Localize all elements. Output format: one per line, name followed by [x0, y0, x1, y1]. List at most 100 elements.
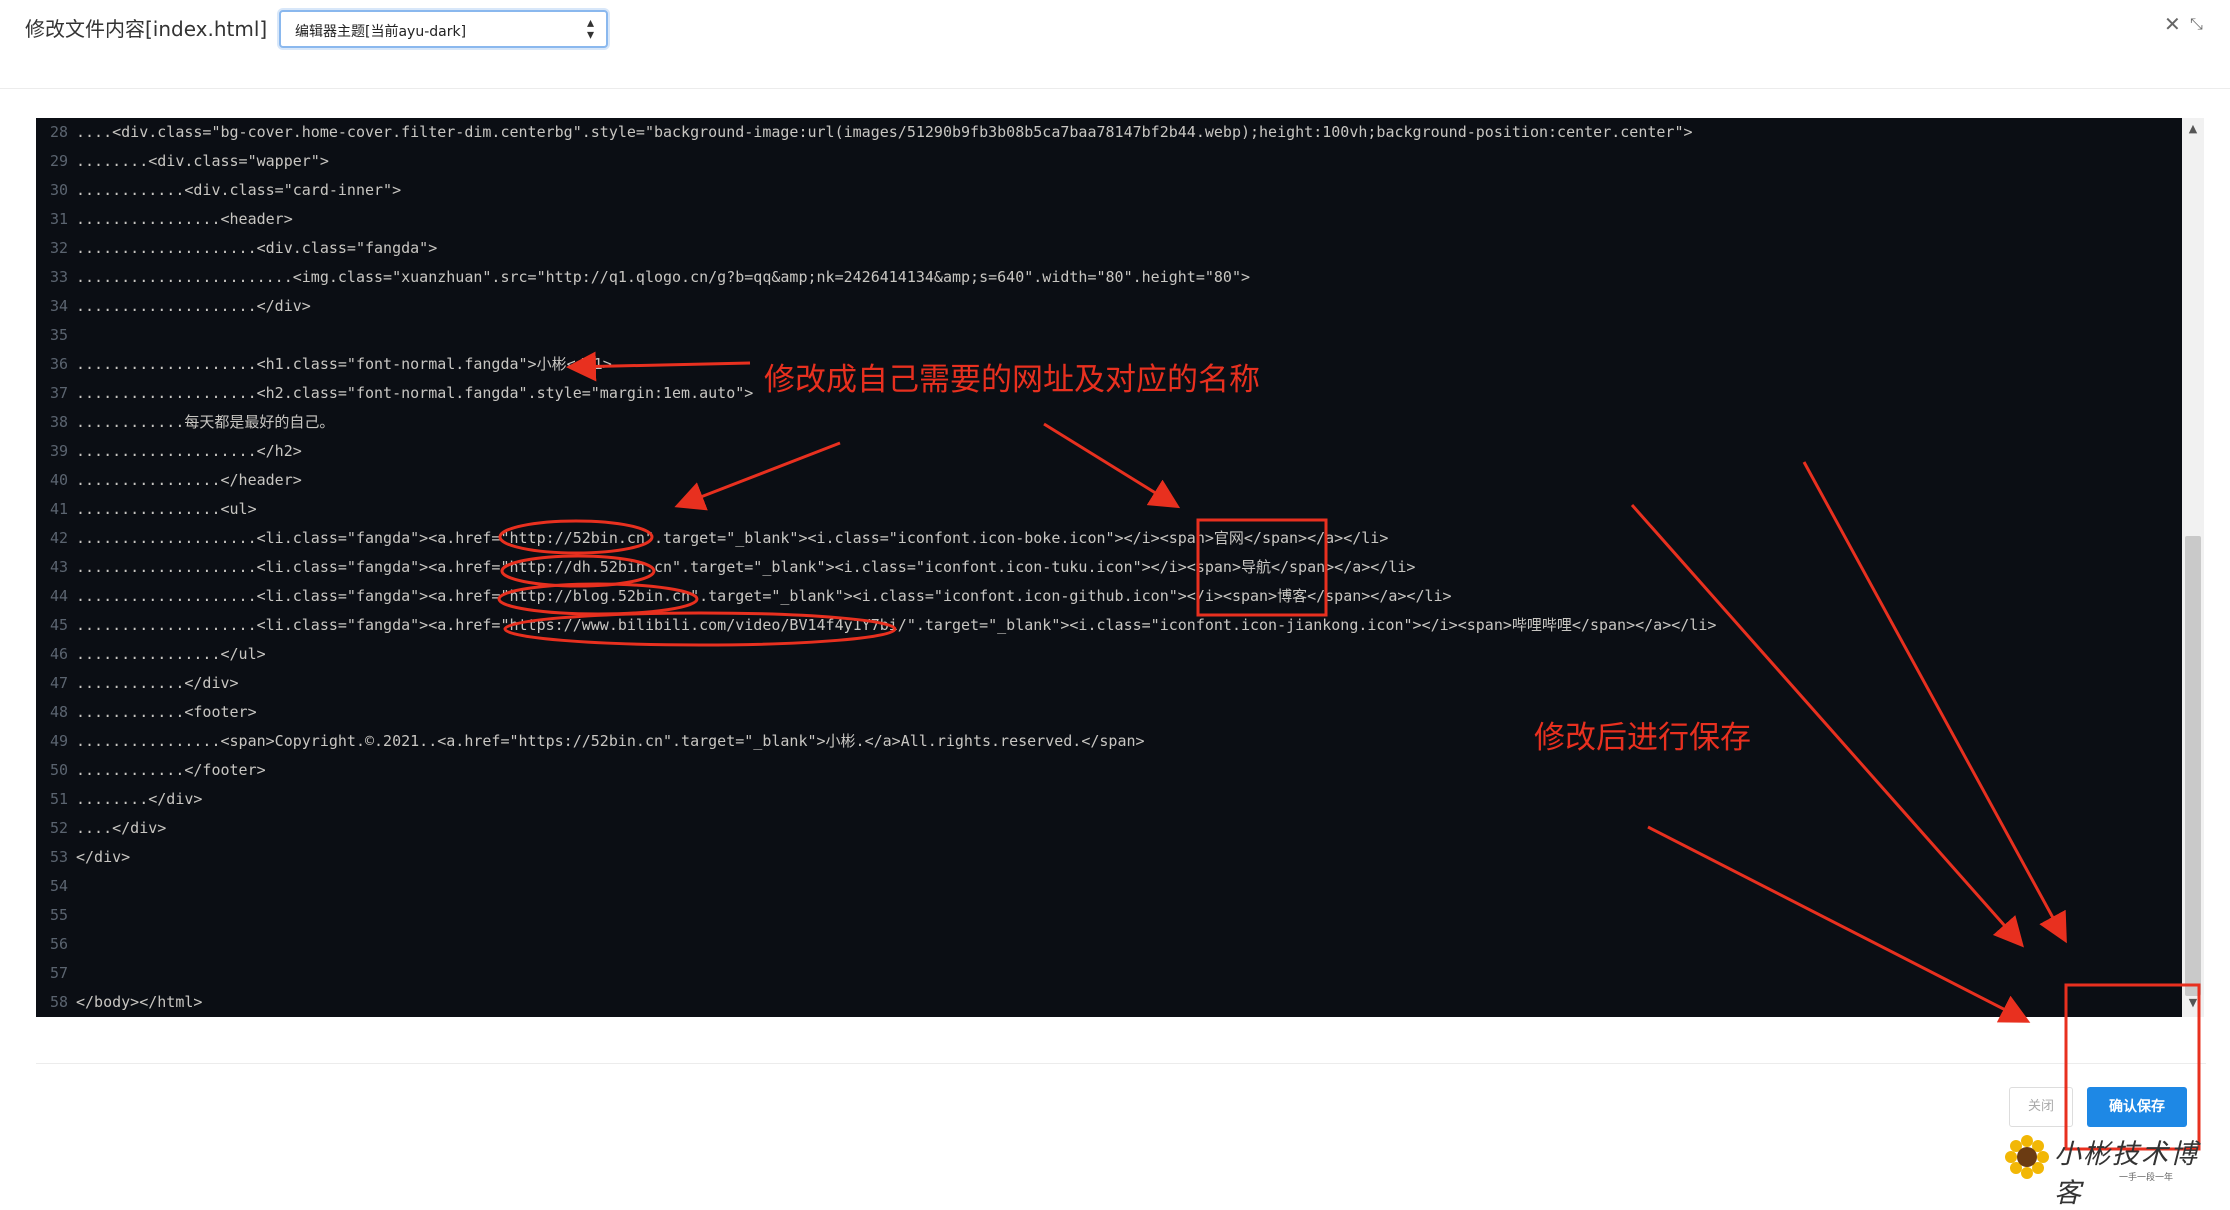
- line-number: 32: [49, 239, 68, 257]
- line-code[interactable]: ............</footer>: [76, 761, 266, 779]
- close-button[interactable]: 关闭: [2009, 1087, 2073, 1127]
- scrollbar-thumb[interactable]: [2185, 536, 2201, 996]
- line-code[interactable]: </div>: [76, 848, 130, 866]
- line-code[interactable]: ........................<img.class="xuan…: [76, 268, 1250, 286]
- line-code[interactable]: ............<div.class="card-inner">: [76, 181, 401, 199]
- code-line[interactable]: 53 </div>: [36, 843, 2182, 872]
- line-number: 44: [49, 587, 68, 605]
- line-code[interactable]: ....</div>: [76, 819, 166, 837]
- code-line[interactable]: 45 ....................<li.class="fangda"…: [36, 611, 2182, 640]
- line-number: 30: [49, 181, 68, 199]
- line-number: 49: [49, 732, 68, 750]
- code-line[interactable]: 39 ....................</h2>: [36, 437, 2182, 466]
- code-line[interactable]: 38 ............每天都是最好的自己。: [36, 408, 2182, 437]
- line-number: 55: [49, 906, 68, 924]
- select-arrows-icon: ▴ ▾: [586, 15, 594, 43]
- line-number: 42: [49, 529, 68, 547]
- code-line[interactable]: 47 ............</div>: [36, 669, 2182, 698]
- line-code[interactable]: ....................</div>: [76, 297, 311, 315]
- code-line[interactable]: 58 </body></html>: [36, 988, 2182, 1017]
- code-line[interactable]: 29 ........<div.class="wapper">: [36, 147, 2182, 176]
- scroll-down-icon[interactable]: ▼: [2182, 996, 2204, 1009]
- line-code[interactable]: ............</div>: [76, 674, 239, 692]
- code-line[interactable]: 31 ................<header>: [36, 205, 2182, 234]
- code-editor[interactable]: 28 ....<div.class="bg-cover.home-cover.fi…: [36, 118, 2182, 1017]
- line-number: 36: [49, 355, 68, 373]
- code-line[interactable]: 50 ............</footer>: [36, 756, 2182, 785]
- line-code[interactable]: ................<span>Copyright.©.2021..…: [76, 732, 1145, 750]
- theme-select-value: 编辑器主题[当前ayu-dark]: [295, 24, 467, 40]
- line-code[interactable]: ................</header>: [76, 471, 302, 489]
- code-line[interactable]: 30 ............<div.class="card-inner">: [36, 176, 2182, 205]
- code-line[interactable]: 42 ....................<li.class="fangda"…: [36, 524, 2182, 553]
- line-code[interactable]: ....<div.class="bg-cover.home-cover.filt…: [76, 123, 1693, 141]
- line-number: 53: [49, 848, 68, 866]
- line-number: 50: [49, 761, 68, 779]
- line-number: 37: [49, 384, 68, 402]
- sunflower-icon: [2005, 1135, 2049, 1179]
- line-number: 48: [49, 703, 68, 721]
- line-code[interactable]: ................</ul>: [76, 645, 266, 663]
- line-number: 51: [49, 790, 68, 808]
- code-line[interactable]: 35: [36, 321, 2182, 350]
- line-number: 35: [49, 326, 68, 344]
- close-icon[interactable]: ✕: [2164, 12, 2181, 36]
- code-line[interactable]: 32 ....................<div.class="fangda…: [36, 234, 2182, 263]
- line-number: 40: [49, 471, 68, 489]
- code-line[interactable]: 34 ....................</div>: [36, 292, 2182, 321]
- code-line[interactable]: 56: [36, 930, 2182, 959]
- footer-divider: [36, 1063, 2206, 1064]
- line-number: 29: [49, 152, 68, 170]
- code-line[interactable]: 33 ........................<img.class="xu…: [36, 263, 2182, 292]
- code-line[interactable]: 48 ............<footer>: [36, 698, 2182, 727]
- line-number: 41: [49, 500, 68, 518]
- line-code[interactable]: ............每天都是最好的自己。: [76, 413, 334, 431]
- line-number: 33: [49, 268, 68, 286]
- code-line[interactable]: 41 ................<ul>: [36, 495, 2182, 524]
- line-number: 43: [49, 558, 68, 576]
- line-number: 34: [49, 297, 68, 315]
- line-code[interactable]: ........</div>: [76, 790, 202, 808]
- scroll-up-icon[interactable]: ▲: [2182, 122, 2204, 135]
- line-code[interactable]: ....................<li.class="fangda"><…: [76, 616, 1716, 634]
- modal-title: 修改文件内容[index.html]: [25, 17, 268, 41]
- watermark-subtitle: 一手一段一年: [2119, 1173, 2174, 1183]
- code-line[interactable]: 55: [36, 901, 2182, 930]
- line-code[interactable]: ....................<h1.class="font-norm…: [76, 355, 612, 373]
- line-code[interactable]: ....................<h2.class="font-norm…: [76, 384, 753, 402]
- code-line[interactable]: 44 ....................<li.class="fangda"…: [36, 582, 2182, 611]
- save-button[interactable]: 确认保存: [2087, 1087, 2187, 1127]
- line-number: 58: [49, 993, 68, 1011]
- line-code[interactable]: </body></html>: [76, 993, 202, 1011]
- line-code[interactable]: ....................<div.class="fangda">: [76, 239, 437, 257]
- line-number: 52: [49, 819, 68, 837]
- line-code[interactable]: ................<header>: [76, 210, 293, 228]
- line-number: 28: [49, 123, 68, 141]
- line-number: 54: [49, 877, 68, 895]
- line-number: 57: [49, 964, 68, 982]
- line-code[interactable]: ....................<li.class="fangda"><…: [76, 558, 1415, 576]
- code-line[interactable]: 40 ................</header>: [36, 466, 2182, 495]
- code-line[interactable]: 57: [36, 959, 2182, 988]
- line-code[interactable]: ....................</h2>: [76, 442, 302, 460]
- modal-header: 修改文件内容[index.html] 编辑器主题[当前ayu-dark] ▴ ▾ …: [0, 0, 2230, 88]
- theme-select[interactable]: 编辑器主题[当前ayu-dark] ▴ ▾: [279, 10, 608, 48]
- code-line[interactable]: 51 ........</div>: [36, 785, 2182, 814]
- line-code[interactable]: ....................<li.class="fangda"><…: [76, 529, 1388, 547]
- line-code[interactable]: ............<footer>: [76, 703, 257, 721]
- line-code[interactable]: ................<ul>: [76, 500, 257, 518]
- line-number: 39: [49, 442, 68, 460]
- fullscreen-icon[interactable]: ⤡: [2190, 14, 2203, 34]
- code-line[interactable]: 46 ................</ul>: [36, 640, 2182, 669]
- annotation-save-note: 修改后进行保存: [1534, 720, 1751, 756]
- code-line[interactable]: 54: [36, 872, 2182, 901]
- code-line[interactable]: 52 ....</div>: [36, 814, 2182, 843]
- code-line[interactable]: 43 ....................<li.class="fangda"…: [36, 553, 2182, 582]
- code-line[interactable]: 28 ....<div.class="bg-cover.home-cover.fi…: [36, 118, 2182, 147]
- line-code[interactable]: ....................<li.class="fangda"><…: [76, 587, 1452, 605]
- editor-scrollbar[interactable]: ▲ ▼: [2182, 118, 2204, 1017]
- line-number: 56: [49, 935, 68, 953]
- line-number: 31: [49, 210, 68, 228]
- code-line[interactable]: 49 ................<span>Copyright.©.2021…: [36, 727, 2182, 756]
- line-code[interactable]: ........<div.class="wapper">: [76, 152, 329, 170]
